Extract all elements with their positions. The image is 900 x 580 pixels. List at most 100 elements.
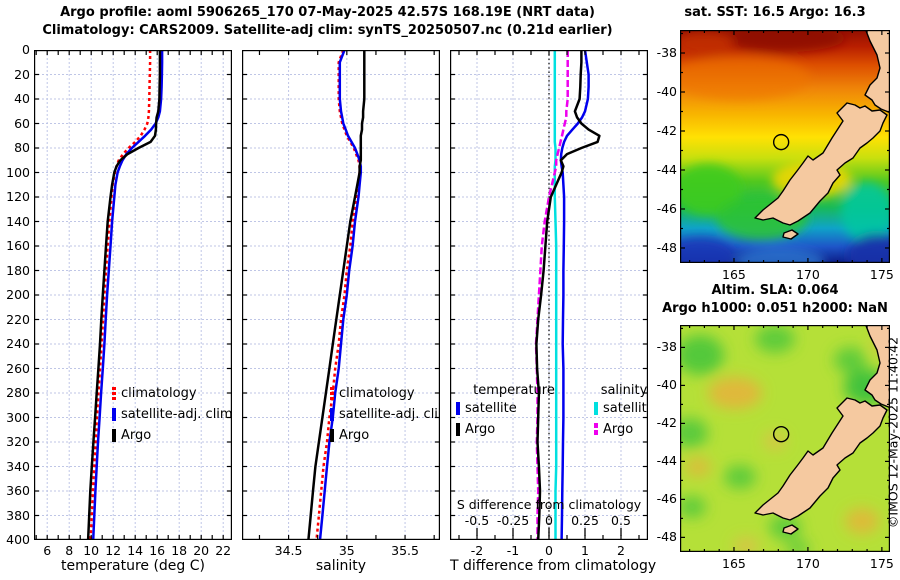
legend-label: Argo <box>121 428 152 443</box>
legend-item-satellite-adj: satellite-adj. clim <box>112 404 232 425</box>
map-lat-label: -42 <box>656 122 677 138</box>
legend-item-climatology: climatology <box>330 383 440 404</box>
map-lon-label: 175 <box>869 556 894 571</box>
sst-map-title: sat. SST: 16.5 Argo: 16.3 <box>684 5 866 20</box>
tdiff-axis-label: T difference from climatology <box>450 558 657 574</box>
depth-tick-label: 300 <box>6 409 30 425</box>
legend-item-argo-t: Argo <box>456 419 572 440</box>
s-axis-tick-label: 0.5 <box>611 513 631 528</box>
map-lat-label: -48 <box>656 239 677 255</box>
map-lat-label: -38 <box>656 45 677 60</box>
satellite-s-line-swatch <box>594 402 598 415</box>
argo-t-line-swatch <box>456 423 460 436</box>
x-tick-label: 35 <box>338 543 355 558</box>
depth-tick-label: 400 <box>6 532 30 547</box>
difference-plot-canvas <box>450 50 648 540</box>
figure-title-line2: Climatology: CARS2009. Satellite-adj cli… <box>42 23 613 38</box>
argo-line-swatch <box>330 429 334 442</box>
depth-tick-label: 320 <box>6 434 30 449</box>
argo-profile-figure: Argo profile: aoml 5906265_170 07-May-20… <box>0 0 900 580</box>
figure-title-line1: Argo profile: aoml 5906265_170 07-May-20… <box>60 5 595 20</box>
temperature-plot-canvas <box>34 50 232 540</box>
sla-map-canvas <box>680 325 890 552</box>
copyright-text: ©IMOS 12-May-2025 11:40:42 <box>885 336 900 529</box>
salinity-plot-canvas <box>242 50 440 540</box>
map-lon-label: 165 <box>722 556 746 571</box>
depth-tick-label: 180 <box>6 262 30 278</box>
tdiff-legend-temperature: temperature satellite Argo <box>456 383 572 440</box>
legend-header-temperature: temperature <box>473 383 555 398</box>
depth-tick-label: 0 <box>22 42 30 57</box>
legend-label: Argo <box>603 422 634 437</box>
depth-tick-label: 380 <box>6 507 30 523</box>
legend-item-argo: Argo <box>330 425 440 446</box>
map-lon-label: 175 <box>869 267 894 282</box>
depth-tick-label: 260 <box>6 360 30 376</box>
legend-label: Argo <box>339 428 370 443</box>
satellite-adj-line-swatch <box>330 408 334 421</box>
satellite-adj-line-swatch <box>112 408 116 421</box>
satellite-t-line-swatch <box>456 402 460 415</box>
map-lon-label: 170 <box>795 556 820 571</box>
map-lat-label: -48 <box>656 529 677 545</box>
sst-map <box>680 30 890 263</box>
depth-tick-label: 20 <box>14 66 30 82</box>
depth-tick-label: 140 <box>6 213 30 229</box>
legend-item-climatology: climatology <box>112 383 232 404</box>
depth-tick-label: 60 <box>14 115 30 131</box>
sla-map <box>680 325 890 552</box>
map-lon-label: 165 <box>722 267 746 282</box>
depth-tick-label: 220 <box>6 311 30 327</box>
legend-label: satellite <box>465 401 517 416</box>
depth-tick-label: 240 <box>6 336 30 351</box>
legend-label: satellite-adj. clim <box>339 407 440 422</box>
sla-map-title-line2: Argo h1000: 0.051 h2000: NaN <box>662 301 888 316</box>
salinity-legend: climatology satellite-adj. clim Argo <box>330 383 440 446</box>
depth-tick-label: 160 <box>6 238 30 253</box>
climatology-line-swatch <box>330 387 334 400</box>
map-lat-label: -46 <box>656 491 677 507</box>
x-tick-label: 35.5 <box>391 543 419 558</box>
map-lat-label: -40 <box>656 377 677 393</box>
depth-tick-label: 100 <box>6 164 30 180</box>
depth-tick-label: 120 <box>6 189 30 204</box>
x-tick-label: 2 <box>617 543 625 558</box>
map-lat-label: -46 <box>656 200 677 216</box>
climatology-line-swatch <box>112 387 116 400</box>
legend-label: satellite <box>603 401 648 416</box>
legend-header-salinity: salinity <box>600 383 648 398</box>
map-lat-label: -38 <box>656 339 677 355</box>
depth-tick-label: 280 <box>6 385 30 400</box>
legend-item-satellite-adj: satellite-adj. clim <box>330 404 440 425</box>
map-lat-label: -44 <box>656 453 677 469</box>
map-lat-label: -40 <box>656 84 677 99</box>
depth-tick-label: 360 <box>6 483 30 498</box>
difference-profile-plot: temperature satellite Argo salinity sate… <box>450 50 648 540</box>
legend-item-argo: Argo <box>112 425 232 446</box>
s-difference-annotation: S difference from climatology <box>456 497 642 512</box>
legend-item-satellite-t: satellite <box>456 398 572 419</box>
depth-tick-label: 40 <box>14 91 30 106</box>
legend-item-argo-s: Argo <box>594 419 648 440</box>
temperature-legend: climatology satellite-adj. clim Argo <box>112 383 232 446</box>
salinity-axis-label: salinity <box>315 558 367 574</box>
legend-label: satellite-adj. clim <box>121 407 232 422</box>
temperature-axis-label: temperature (deg C) <box>61 558 205 574</box>
legend-label: Argo <box>465 422 496 437</box>
legend-label: climatology <box>339 386 415 401</box>
map-lon-label: 170 <box>795 267 820 282</box>
map-lat-label: -42 <box>656 415 677 431</box>
legend-item-satellite-s: satellite <box>594 398 648 419</box>
x-tick-label: 22 <box>215 543 232 558</box>
argo-line-swatch <box>112 429 116 442</box>
depth-tick-label: 80 <box>14 140 30 155</box>
depth-tick-label: 340 <box>6 458 30 474</box>
map-lat-label: -44 <box>656 161 677 177</box>
sla-map-title-line1: Altim. SLA: 0.064 <box>711 283 839 298</box>
argo-s-line-swatch <box>594 423 598 436</box>
salinity-profile-plot: climatology satellite-adj. clim Argo <box>242 50 440 540</box>
temperature-profile-plot: climatology satellite-adj. clim Argo <box>34 50 232 540</box>
legend-label: climatology <box>121 386 197 401</box>
tdiff-legend-salinity: salinity satellite Argo <box>594 383 648 440</box>
sst-map-canvas <box>680 30 890 263</box>
